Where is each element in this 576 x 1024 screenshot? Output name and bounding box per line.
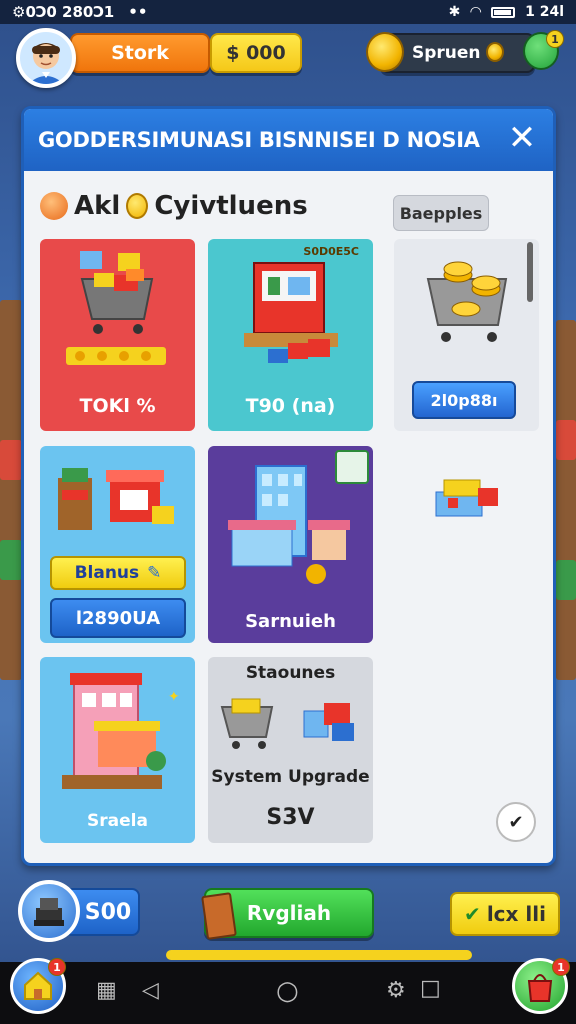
shop-card-red-label: TOKl % [79,395,156,417]
coin-balance-value: S00 [84,899,132,925]
small-coin-icon [486,42,504,62]
shop-card-purple-label: Sarnuieh [245,611,336,632]
shop-card-red[interactable]: TOKl % [40,239,195,431]
edit-icon: ✎ [147,563,162,583]
back-button[interactable]: ◁ [142,978,159,1003]
coin-icon [126,193,149,219]
grid-apps-icon[interactable]: ▦ [96,978,117,1003]
battery-icon [491,6,516,18]
status-time: 1 24l [525,4,564,20]
business-panel: GODDERSIMUNASI BISNNISEI D NOSIA ✕ Akl C… [21,106,556,866]
small-shop-icon [435,479,498,517]
home-button[interactable]: ○ [276,976,299,1006]
panel-header: GODDERSIMUNASI BISNNISEI D NOSIA [24,109,553,171]
shopping-cart-icon [66,251,166,365]
cash-register-button[interactable] [18,880,80,942]
search-button[interactable]: Baepples [393,195,489,231]
upgrade-carts-icon [220,698,354,749]
purchase-button-label: Rvgliah [246,901,332,925]
svg-text:✦: ✦ [168,689,180,705]
cash-register-icon [34,898,64,926]
recent-apps-button[interactable]: □ [420,976,441,1001]
panel-title: GODDERSIMUNASI BISNNISEI D NOSIA [38,128,480,152]
bag-notification-badge: 1 [552,958,570,976]
background-goods-right [556,560,576,600]
player-avatar[interactable] [16,28,76,88]
category-heading-post: Cyivtluens [154,191,308,221]
upgrade-card-title: Staounes [245,663,336,683]
upgrade-card-price: S3V [266,805,315,830]
accept-button-label: lcx lli [486,902,546,926]
bluetooth-icon: ✱ [448,4,461,20]
close-button[interactable]: ✕ [505,121,539,155]
upgrade-card-subtitle: System Upgrade [211,767,370,787]
storefront-icon [244,262,338,363]
coin-cart-icon [426,261,508,342]
shop-card-blue[interactable]: Blanus ✎ l2890UA [40,446,195,643]
shop-card-teal-label: T90 (na) [245,395,336,417]
accept-check-icon: ✔ [464,902,481,926]
purchase-button[interactable]: Rvgliah [201,888,374,940]
market-stall-icon [58,468,174,530]
shop-card-teal[interactable]: S0D0E5C T90 (na) [208,239,373,431]
status-left-text: ⚙0Ͻ0 280Ͻ1 [12,3,115,21]
shop-category-icon [40,192,68,220]
background-shelf-right [556,320,576,680]
shop-card-purple[interactable]: Sarnuieh [208,446,373,643]
system-upgrade-card[interactable]: Staounes System Upgrade S3V [208,657,373,843]
qr-badge-icon [335,450,369,484]
coin-card-button-label: 2l0p88ı [430,390,498,410]
accept-button[interactable]: ✔ lcx lli [450,892,560,936]
money-label: $ 000 [226,42,286,64]
background-goods-right [556,420,576,460]
currency-label: Spruen [412,43,481,63]
money-button[interactable]: $ 000 [210,33,302,73]
check-icon: ✔ [508,811,524,833]
stock-button[interactable]: Stork [70,33,210,73]
navigation-bar: ▦ ◁ ○ ⚙ □ [0,962,576,1024]
confirm-check-button[interactable]: ✔ [496,802,536,842]
stock-label: Stork [111,42,169,64]
notification-badge: 1 [546,30,564,48]
background-goods-left [0,440,22,480]
purchase-book-icon [201,892,237,940]
search-button-label: Baepples [399,203,483,223]
blue-card-value-button[interactable]: l2890UA [50,598,186,638]
shop-card-coins[interactable]: 2l0p88ı [394,239,539,431]
shop-card-teal-tag: S0D0E5C [303,245,359,258]
shop-card-pink-label: Sraela [87,811,148,831]
gold-coin-icon [366,32,404,72]
status-dots: •• [128,3,148,21]
bonus-badge[interactable]: Blanus ✎ [50,556,186,590]
coin-card-button[interactable]: 2l0p88ı [412,381,516,419]
shop-card-pink[interactable]: ✦ Sraela [40,657,195,843]
category-heading: Akl Cyivtluens [40,191,308,221]
background-shelf-left [0,300,22,680]
boutique-icon: ✦ [62,673,180,789]
progress-bar [166,950,472,960]
blue-card-value: l2890UA [75,607,161,629]
settings-icon[interactable]: ⚙ [386,978,406,1003]
bonus-badge-label: Blanus [74,563,140,583]
wifi-icon: ◠ [470,4,482,20]
background-goods-left [0,540,22,580]
status-bar: ⚙0Ͻ0 280Ͻ1 •• ✱ ◠ 1 24l [0,0,576,24]
scrollbar[interactable] [527,242,533,302]
avatar-face-icon [28,43,64,84]
category-heading-pre: Akl [74,191,121,221]
home-notification-badge: 1 [48,958,66,976]
